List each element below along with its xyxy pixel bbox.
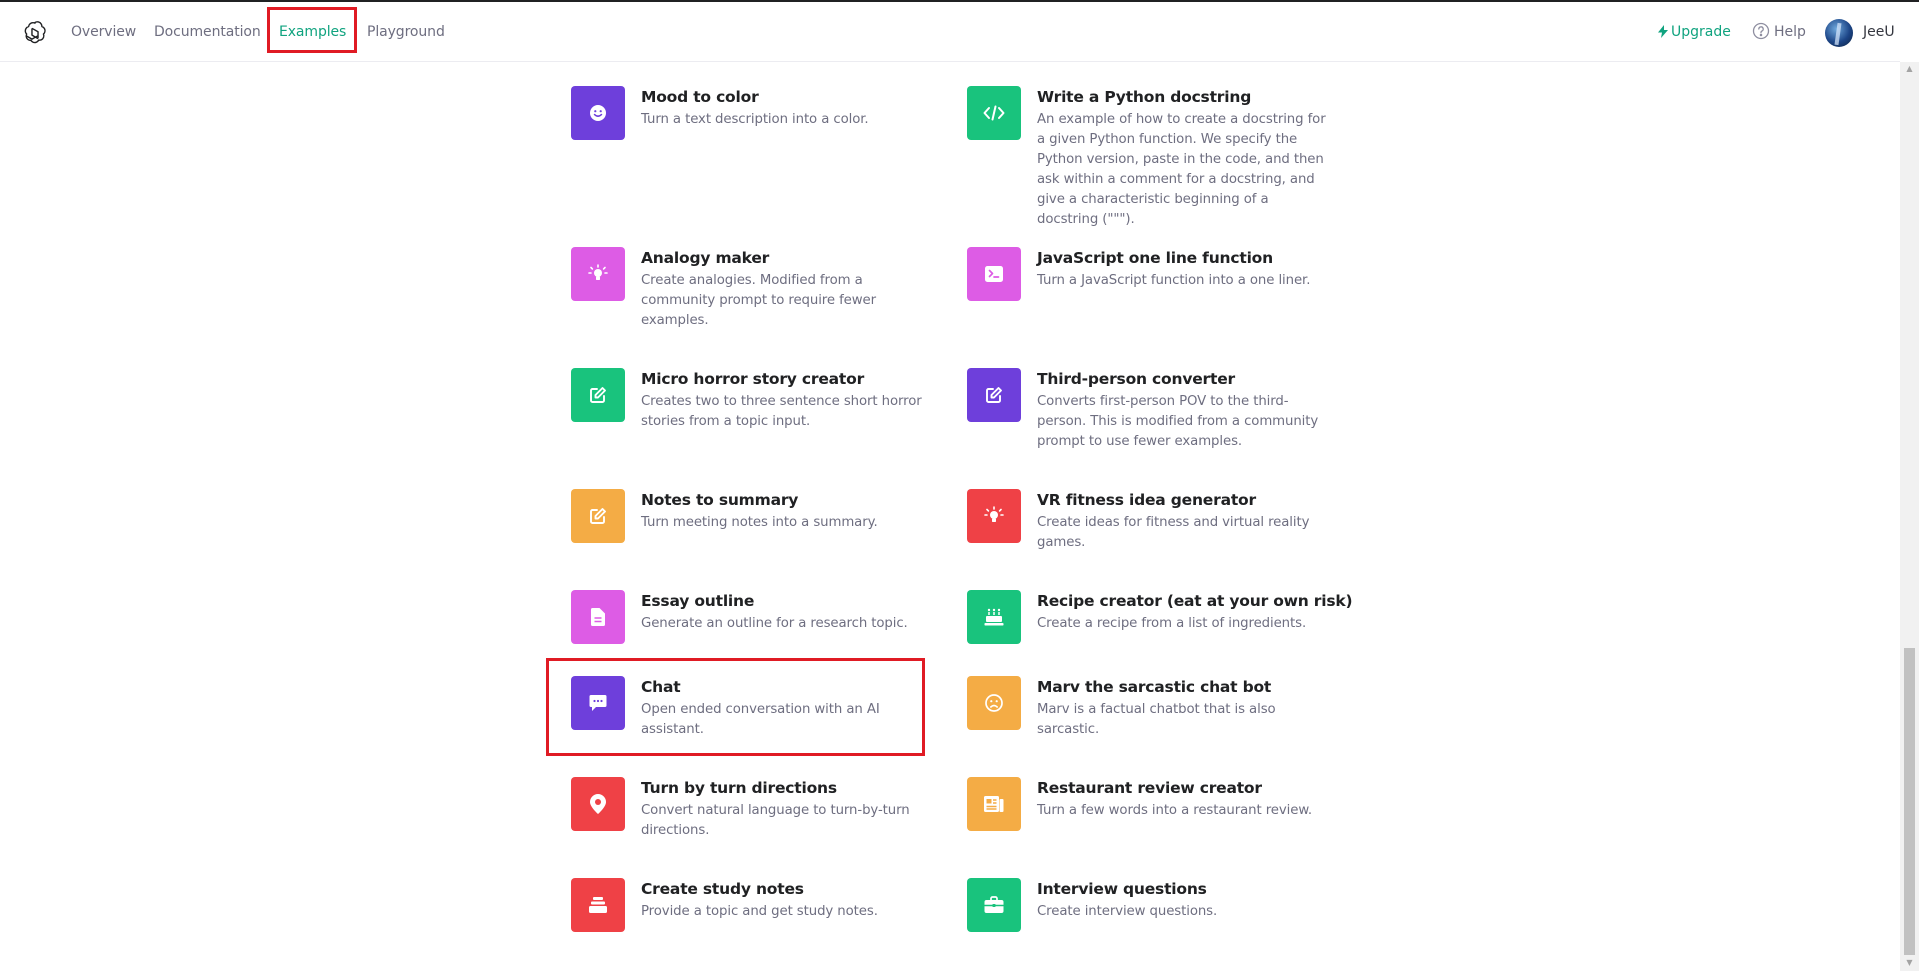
openai-logo-icon[interactable] bbox=[22, 19, 48, 45]
example-description: Create ideas for fitness and virtual rea… bbox=[1037, 515, 1310, 550]
example-title: Micro horror story creator bbox=[641, 370, 865, 388]
example-description: Create a recipe from a list of ingredien… bbox=[1037, 616, 1307, 631]
nav-playground[interactable]: Playground bbox=[367, 22, 445, 42]
top-nav-bar: Overview Documentation Examples Playgrou… bbox=[0, 2, 1900, 62]
example-title: Recipe creator (eat at your own risk) bbox=[1037, 592, 1353, 610]
example-title: JavaScript one line function bbox=[1037, 249, 1273, 267]
upgrade-link[interactable]: Upgrade bbox=[1658, 22, 1731, 42]
document-icon bbox=[571, 590, 625, 644]
edit-icon bbox=[571, 489, 625, 543]
map-pin-icon bbox=[571, 777, 625, 831]
terminal-icon bbox=[967, 247, 1021, 301]
example-title: Essay outline bbox=[641, 592, 755, 610]
example-description: Turn meeting notes into a summary. bbox=[641, 515, 878, 530]
example-description: An example of how to create a docstring … bbox=[1037, 112, 1326, 227]
example-title: Interview questions bbox=[1037, 880, 1207, 898]
example-description: Open ended conversation with an AI assis… bbox=[641, 702, 880, 737]
help-label: Help bbox=[1774, 24, 1806, 40]
newspaper-icon bbox=[967, 777, 1021, 831]
example-title: Marv the sarcastic chat bot bbox=[1037, 678, 1272, 696]
frown-icon bbox=[967, 676, 1021, 730]
avatar[interactable] bbox=[1825, 19, 1853, 47]
example-title: Analogy maker bbox=[641, 249, 770, 267]
example-title: Notes to summary bbox=[641, 491, 799, 509]
edit-icon bbox=[967, 368, 1021, 422]
example-title: Restaurant review creator bbox=[1037, 779, 1262, 797]
question-circle-icon bbox=[1752, 22, 1770, 40]
example-description: Provide a topic and get study notes. bbox=[641, 904, 878, 919]
example-title: Chat bbox=[641, 678, 681, 696]
nav-examples[interactable]: Examples bbox=[279, 22, 346, 42]
briefcase-icon bbox=[967, 878, 1021, 932]
example-description: Create interview questions. bbox=[1037, 904, 1218, 919]
smile-icon bbox=[571, 86, 625, 140]
nav-documentation[interactable]: Documentation bbox=[154, 22, 261, 42]
scroll-up-arrow-icon[interactable]: ▲ bbox=[1904, 64, 1915, 74]
lightbulb-icon bbox=[967, 489, 1021, 543]
lightbulb-icon bbox=[571, 247, 625, 301]
chat-icon bbox=[571, 676, 625, 730]
example-title: Write a Python docstring bbox=[1037, 88, 1252, 106]
upgrade-label: Upgrade bbox=[1671, 24, 1731, 40]
code-icon bbox=[967, 86, 1021, 140]
example-title: Third-person converter bbox=[1037, 370, 1235, 388]
example-description: Turn a JavaScript function into a one li… bbox=[1037, 273, 1311, 288]
edit-icon bbox=[571, 368, 625, 422]
example-title: Turn by turn directions bbox=[641, 779, 837, 797]
example-description: Marv is a factual chatbot that is also s… bbox=[1037, 702, 1276, 737]
scrollbar-thumb[interactable] bbox=[1904, 648, 1915, 955]
help-link[interactable]: Help bbox=[1752, 22, 1806, 42]
nav-overview[interactable]: Overview bbox=[71, 22, 136, 42]
example-description: Creates two to three sentence short horr… bbox=[641, 394, 922, 429]
example-description: Converts first-person POV to the third-p… bbox=[1037, 394, 1319, 449]
lightning-icon bbox=[1658, 25, 1668, 38]
example-description: Create analogies. Modified from a commun… bbox=[641, 273, 876, 328]
example-description: Generate an outline for a research topic… bbox=[641, 616, 908, 631]
username[interactable]: JeeU bbox=[1863, 22, 1895, 42]
example-title: VR fitness idea generator bbox=[1037, 491, 1256, 509]
example-description: Convert natural language to turn-by-turn… bbox=[641, 803, 910, 838]
example-title: Mood to color bbox=[641, 88, 759, 106]
cake-icon bbox=[967, 590, 1021, 644]
stack-icon bbox=[571, 878, 625, 932]
example-title: Create study notes bbox=[641, 880, 804, 898]
example-description: Turn a few words into a restaurant revie… bbox=[1037, 803, 1313, 818]
scroll-down-arrow-icon[interactable]: ▼ bbox=[1904, 958, 1915, 968]
example-description: Turn a text description into a color. bbox=[641, 112, 869, 127]
